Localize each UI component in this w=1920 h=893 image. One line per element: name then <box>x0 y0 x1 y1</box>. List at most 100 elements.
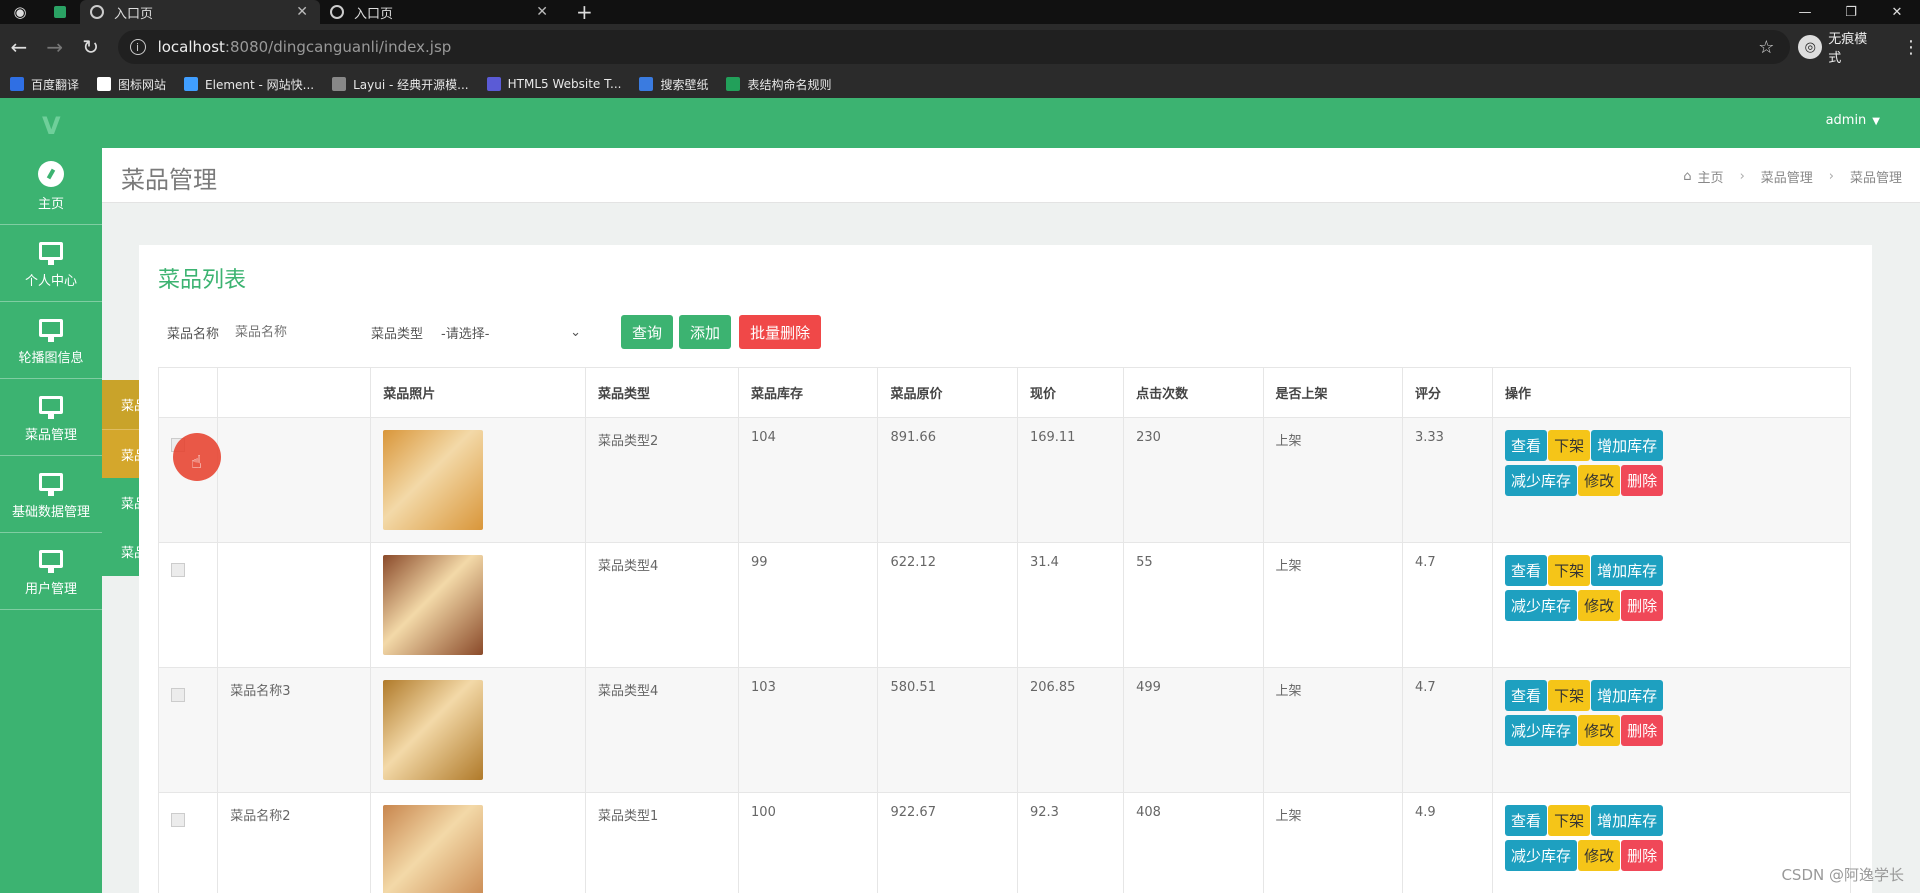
reduce-stock-button[interactable]: 减少库存 <box>1505 590 1578 621</box>
chevron-right-icon: › <box>1828 169 1834 184</box>
offshelf-button[interactable]: 下架 <box>1548 805 1591 836</box>
dish-photo-cell <box>370 542 586 668</box>
bookmark-icon <box>10 77 24 91</box>
dish-photo-cell <box>370 667 586 793</box>
bookmark-item[interactable]: 百度翻译 <box>10 76 79 93</box>
bookmark-item[interactable]: HTML5 Website T... <box>486 77 621 91</box>
reduce-stock-button[interactable]: 减少库存 <box>1505 840 1578 871</box>
sidebar-item[interactable]: 用户管理 <box>0 533 102 610</box>
column-header: 菜品库存 <box>738 367 879 418</box>
chevron-down-icon: ⌄ <box>570 324 582 340</box>
dish-photo <box>383 680 484 780</box>
view-button[interactable]: 查看 <box>1505 805 1548 836</box>
delete-button[interactable]: 删除 <box>1621 465 1664 496</box>
monitor-icon <box>39 315 63 342</box>
edit-button[interactable]: 修改 <box>1578 465 1621 496</box>
bookmark-item[interactable]: 图标网站 <box>97 76 166 93</box>
pinned-tab[interactable] <box>40 0 80 24</box>
search-button[interactable]: 查询 <box>621 315 674 349</box>
column-header <box>157 367 219 418</box>
edit-button[interactable]: 修改 <box>1578 590 1621 621</box>
bookmark-star-icon[interactable]: ☆ <box>1758 37 1774 58</box>
breadcrumb-item[interactable]: 菜品管理 <box>1761 167 1813 186</box>
watermark: CSDN @阿逸学长 <box>1781 866 1904 884</box>
sidebar-item[interactable]: 个人中心 <box>0 225 102 302</box>
panel-title: 菜品列表 <box>158 268 247 293</box>
column-header: 菜品照片 <box>370 367 586 418</box>
row-checkbox[interactable] <box>171 563 185 577</box>
batch-delete-button[interactable]: 批量删除 <box>739 315 822 349</box>
sidebar-item[interactable]: 主页 <box>0 148 102 225</box>
offshelf-button[interactable]: 下架 <box>1548 430 1591 461</box>
monitor-icon <box>39 238 63 265</box>
bookmark-item[interactable]: 表结构命名规则 <box>726 76 831 93</box>
add-stock-button[interactable]: 增加库存 <box>1591 805 1664 836</box>
bookmark-label: 图标网站 <box>118 77 167 92</box>
browser-tab[interactable]: 入口页 ✕ <box>320 0 560 24</box>
dish-photo-cell <box>370 792 586 893</box>
breadcrumb-item[interactable]: 主页 <box>1698 167 1724 186</box>
edit-button[interactable]: 修改 <box>1578 715 1621 746</box>
globe-icon[interactable]: ◉ <box>0 0 40 24</box>
cell-clicks: 499 <box>1123 667 1264 793</box>
column-header <box>217 367 372 418</box>
add-stock-button[interactable]: 增加库存 <box>1591 430 1664 461</box>
sidebar-item[interactable]: 菜品管理 <box>0 379 102 456</box>
monitor-icon <box>39 469 63 496</box>
add-stock-button[interactable]: 增加库存 <box>1591 680 1664 711</box>
dish-list-panel: 菜品列表 菜品名称 菜品类型 -请选择- ⌄ 查询 添加 批量删除 菜品照片菜品… <box>139 245 1872 893</box>
type-select[interactable]: -请选择- ⌄ <box>441 323 581 342</box>
forward-icon[interactable]: → <box>38 30 72 64</box>
table-row: 菜品名称2 菜品类型1 100 922.67 92.3 408 上架 4.9 查看 下架 增加库存减… <box>157 792 1851 893</box>
bookmark-icon <box>332 77 347 91</box>
dish-photo <box>383 555 484 655</box>
sidebar-item[interactable]: 基础数据管理 <box>0 456 102 533</box>
reload-icon[interactable]: ↻ <box>74 30 108 64</box>
bookmark-icon <box>486 77 501 91</box>
reduce-stock-button[interactable]: 减少库存 <box>1505 715 1578 746</box>
bookmark-item[interactable]: Element - 网站快... <box>184 76 314 93</box>
user-menu[interactable]: admin ▼ <box>1826 113 1880 128</box>
add-button[interactable]: 添加 <box>679 315 732 349</box>
delete-button[interactable]: 删除 <box>1621 590 1664 621</box>
bookmark-item[interactable]: 搜索壁纸 <box>639 76 708 93</box>
restore-icon[interactable]: ❐ <box>1828 0 1874 24</box>
row-checkbox[interactable] <box>171 813 185 827</box>
minimize-icon[interactable]: — <box>1782 0 1828 24</box>
close-tab-icon[interactable]: ✕ <box>296 4 308 20</box>
app-logo: V <box>42 112 61 140</box>
close-tab-icon[interactable]: ✕ <box>536 4 548 20</box>
edit-button[interactable]: 修改 <box>1578 840 1621 871</box>
name-filter-input[interactable] <box>235 324 366 340</box>
view-button[interactable]: 查看 <box>1505 680 1548 711</box>
close-window-icon[interactable]: ✕ <box>1874 0 1920 24</box>
delete-button[interactable]: 删除 <box>1621 715 1664 746</box>
row-checkbox[interactable] <box>171 688 185 702</box>
view-button[interactable]: 查看 <box>1505 430 1548 461</box>
bookmark-item[interactable]: Layui - 经典开源模... <box>332 76 469 93</box>
browser-tab[interactable]: 入口页 ✕ <box>80 0 320 24</box>
cell-status: 上架 <box>1262 542 1403 668</box>
url-input[interactable]: i localhost:8080/dingcanguanli/index.jsp… <box>117 30 1791 64</box>
sidebar-item[interactable]: 轮播图信息 <box>0 302 102 379</box>
globe-icon <box>330 5 344 19</box>
reduce-stock-button[interactable]: 减少库存 <box>1505 465 1578 496</box>
incognito-indicator[interactable]: ◎ 无痕模式 <box>1798 28 1880 66</box>
view-button[interactable]: 查看 <box>1505 555 1548 586</box>
info-icon[interactable]: i <box>129 39 146 55</box>
incognito-label: 无痕模式 <box>1828 32 1868 66</box>
menu-kebab-icon[interactable]: ⋮ <box>1902 37 1920 58</box>
cell-status: 上架 <box>1262 667 1403 793</box>
content-header: 菜品管理 ⌂ 主页 › 菜品管理 › 菜品管理 <box>102 148 1920 203</box>
new-tab-button[interactable]: + <box>576 0 593 24</box>
dish-photo <box>383 805 484 893</box>
offshelf-button[interactable]: 下架 <box>1548 680 1591 711</box>
delete-button[interactable]: 删除 <box>1621 840 1664 871</box>
back-icon[interactable]: ← <box>2 30 36 64</box>
offshelf-button[interactable]: 下架 <box>1548 555 1591 586</box>
cell-rating: 4.9 <box>1401 792 1494 893</box>
breadcrumb-item: 菜品管理 <box>1849 171 1902 186</box>
breadcrumb: ⌂ 主页 › 菜品管理 › 菜品管理 <box>1683 167 1902 186</box>
add-stock-button[interactable]: 增加库存 <box>1591 555 1664 586</box>
table-row: 菜品名称3 菜品类型4 103 580.51 206.85 499 上架 4.7 查看 下架 增加库… <box>157 667 1851 793</box>
